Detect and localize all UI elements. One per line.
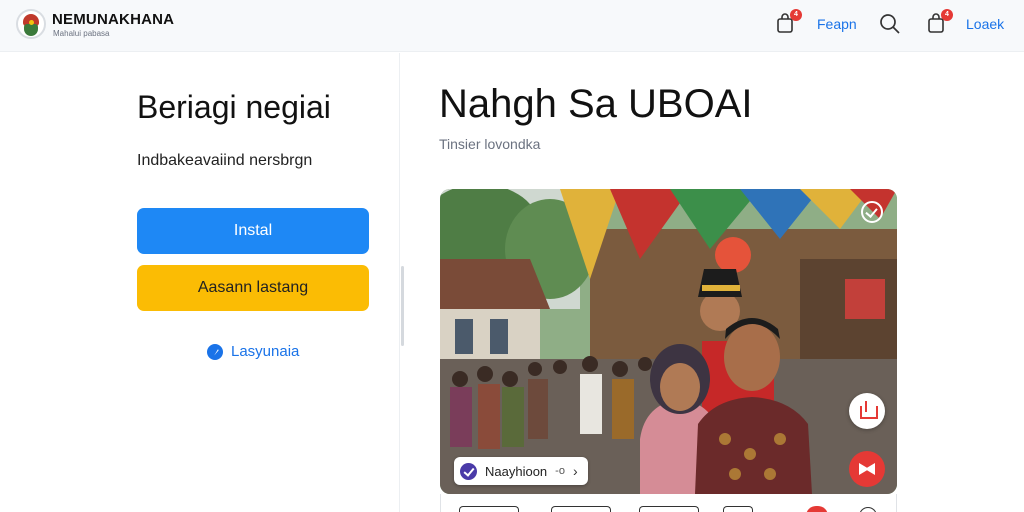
action-record-icon[interactable] xyxy=(806,506,828,512)
notif-badge: 4 xyxy=(941,9,953,21)
login-link[interactable]: Loaek xyxy=(966,16,1004,32)
notifications-button[interactable]: 4 xyxy=(926,9,953,35)
check-circle-icon xyxy=(207,343,223,360)
panel-subtitle: Indbakeavaiind nersbrgn xyxy=(137,152,313,169)
brand-logo-icon[interactable] xyxy=(16,9,46,39)
brand-tagline: Mahalui pabasa xyxy=(53,29,110,38)
tag-label: Naayhioon xyxy=(485,463,548,479)
left-panel: Beriagi negiai Indbakeavaiind nersbrgn I… xyxy=(0,53,400,512)
secondary-button[interactable]: Aasann lastang xyxy=(137,265,369,311)
header-link-feapn[interactable]: Feapn xyxy=(817,16,857,32)
install-button[interactable]: Instal xyxy=(137,208,369,254)
brand-name[interactable]: NEMUNAKHANA xyxy=(52,11,174,28)
tag-extra: -o xyxy=(555,465,565,477)
festival-scene-image xyxy=(440,189,897,494)
feature-photo[interactable]: Naayhioon -o › xyxy=(440,189,897,494)
learn-more-link[interactable]: Lasyunaia xyxy=(207,343,299,360)
cart-badge: 4 xyxy=(790,9,802,21)
verified-icon[interactable] xyxy=(861,201,883,223)
panel-title: Beriagi negiai xyxy=(137,89,331,125)
share-button[interactable] xyxy=(849,393,885,429)
check-circle-icon xyxy=(460,462,477,480)
top-header: NEMUNAKHANA Mahalui pabasa 4 Feapn 4 Loa… xyxy=(0,0,1024,52)
learn-more-label: Lasyunaia xyxy=(231,343,300,360)
action-more-icon[interactable] xyxy=(859,507,877,512)
bookmark-button[interactable] xyxy=(849,451,885,487)
photo-tag-chip[interactable]: Naayhioon -o › xyxy=(454,457,588,485)
cart-button[interactable]: 4 xyxy=(775,9,802,35)
action-tab-4[interactable] xyxy=(723,506,753,512)
search-icon xyxy=(880,14,900,34)
action-tab-3[interactable] xyxy=(639,506,699,512)
action-tab-2[interactable] xyxy=(551,506,611,512)
content-subtitle: Tinsier lovondka xyxy=(439,136,541,152)
action-tab-1[interactable] xyxy=(459,506,519,512)
search-button[interactable] xyxy=(879,13,901,35)
content-title: Nahgh Sa UBOAI xyxy=(439,82,753,126)
chevron-right-icon: › xyxy=(572,463,578,479)
photo-action-bar xyxy=(440,494,897,512)
panel-resize-handle[interactable] xyxy=(401,266,404,346)
